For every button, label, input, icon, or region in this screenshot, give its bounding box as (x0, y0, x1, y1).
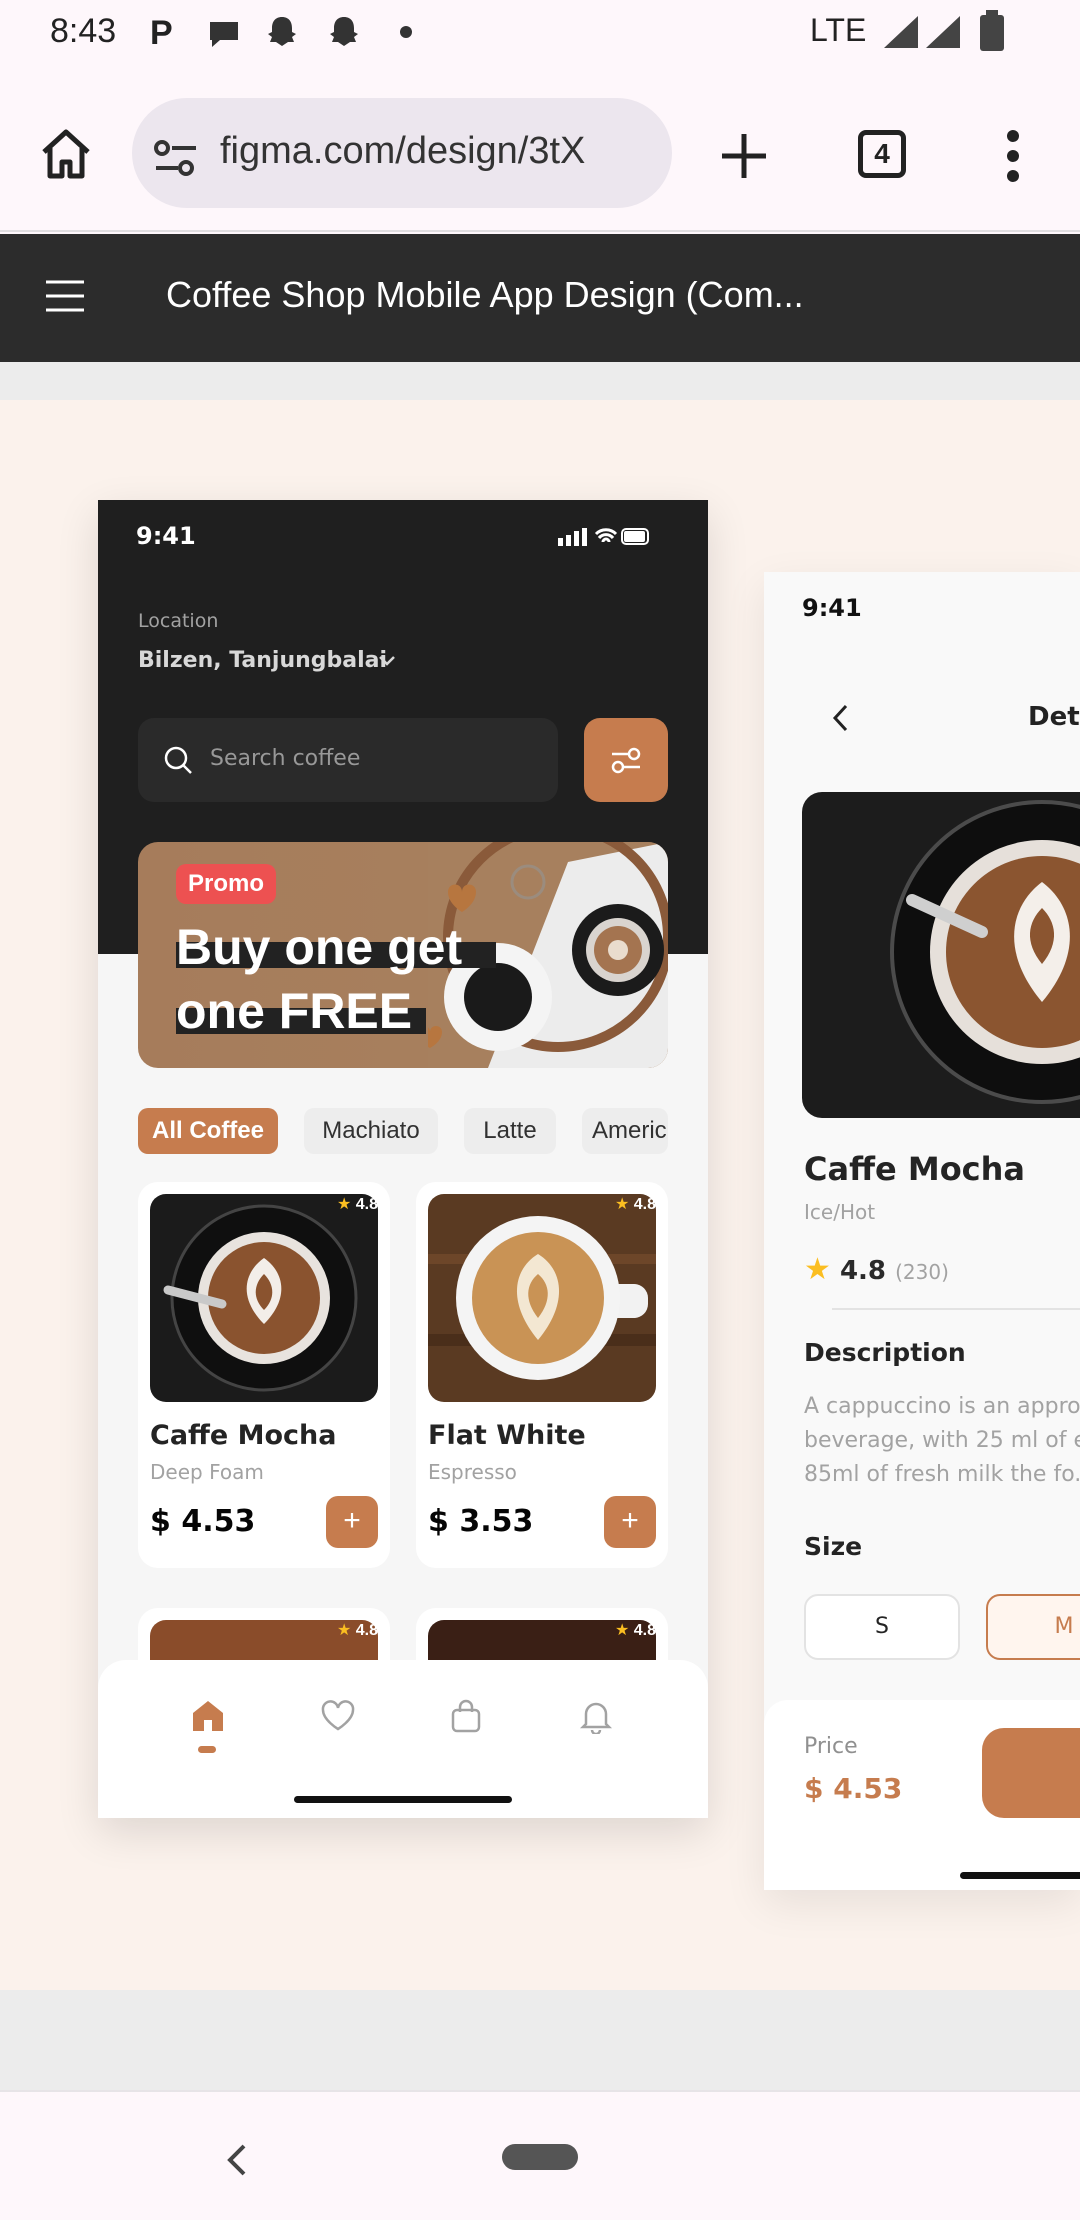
size-option-s[interactable]: S (804, 1594, 960, 1660)
size-option-m[interactable]: M (986, 1594, 1080, 1660)
coffee-cup-image (428, 1194, 656, 1402)
system-navigation-bar (0, 2090, 1080, 2220)
category-chip-all-coffee[interactable]: All Coffee (138, 1108, 278, 1154)
snapchat-icon (268, 17, 296, 46)
price-value: $ 4.53 (804, 1772, 903, 1805)
detail-header-title: Deta (1028, 702, 1080, 732)
product-subtitle: Deep Foam (150, 1460, 264, 1484)
canvas-margin-top (0, 362, 1080, 400)
star-icon: ★ (336, 1196, 352, 1213)
status-time: 8:43 (50, 12, 117, 50)
detail-bottom-bar: Price $ 4.53 (764, 1700, 1080, 1890)
product-name: Caffe Mocha (150, 1420, 337, 1451)
search-input[interactable]: Search coffee (138, 718, 558, 802)
category-chip-latte[interactable]: Latte (464, 1108, 556, 1154)
more-menu-icon[interactable] (998, 128, 1028, 184)
coffee-cup-image (150, 1194, 378, 1402)
divider (832, 1308, 1080, 1310)
buy-now-button[interactable] (982, 1728, 1080, 1818)
chat-icon (210, 22, 238, 47)
location-value[interactable]: Bilzen, Tanjungbalai (138, 648, 387, 673)
home-tab-icon[interactable] (190, 1698, 226, 1734)
new-tab-icon[interactable] (718, 130, 770, 182)
detail-screen-frame[interactable]: 9:41 Deta Caffe Mocha Ice/Hot ★ 4.8 (230… (764, 572, 1080, 1890)
active-tab-indicator (198, 1746, 216, 1753)
parking-app-icon: P (150, 14, 173, 52)
product-rating: ★ 4.8 (614, 1622, 656, 1639)
url-text[interactable]: figma.com/design/3tX (220, 130, 652, 173)
detail-product-image (802, 792, 1080, 1118)
heart-icon[interactable] (320, 1700, 356, 1732)
description-text: A cappuccino is an appro beverage, with … (804, 1394, 1080, 1487)
site-settings-icon[interactable] (152, 136, 200, 180)
coffee-cup-image (802, 792, 1080, 1118)
star-icon: ★ (614, 1622, 630, 1639)
bottom-tab-bar (98, 1660, 708, 1818)
detail-rating: ★ 4.8 (230) (804, 1252, 949, 1287)
promo-banner[interactable]: Promo Buy one get one FREE (138, 842, 668, 1068)
system-status-bar: 8:43 P LTE (0, 0, 1080, 66)
star-icon: ★ (614, 1196, 630, 1213)
detail-time: 9:41 (802, 594, 862, 622)
canvas-margin-bottom (0, 1990, 1080, 2090)
network-type: LTE (810, 12, 867, 48)
filter-icon (611, 747, 641, 774)
tab-switcher-button[interactable]: 4 (858, 130, 906, 178)
product-rating: ★ 4.8 (336, 1196, 378, 1213)
product-price: $ 3.53 (428, 1504, 534, 1539)
back-arrow-icon[interactable] (830, 702, 852, 734)
product-name: Flat White (428, 1420, 586, 1451)
browser-toolbar: figma.com/design/3tX 4 (0, 66, 1080, 232)
shopping-bag-icon[interactable] (448, 1698, 484, 1734)
location-label: Location (138, 610, 219, 632)
home-icon[interactable] (38, 126, 94, 182)
home-time: 9:41 (136, 522, 196, 550)
back-nav-icon[interactable] (224, 2142, 252, 2178)
promo-line-2: one FREE (176, 983, 413, 1039)
signal-strength-icon (884, 16, 960, 48)
chevron-down-icon[interactable] (378, 654, 396, 668)
battery-icon (980, 10, 1004, 51)
hamburger-menu-icon[interactable] (44, 278, 86, 314)
notification-bell-icon[interactable] (578, 1698, 614, 1734)
category-chip-machiato[interactable]: Machiato (304, 1108, 438, 1154)
product-rating: ★ 4.8 (336, 1622, 378, 1639)
size-title: Size (804, 1532, 863, 1561)
file-title: Coffee Shop Mobile App Design (Com... (166, 274, 804, 315)
category-chip-americano[interactable]: Americ (582, 1108, 668, 1154)
home-indicator (960, 1872, 1080, 1879)
product-image (428, 1194, 656, 1402)
product-price: $ 4.53 (150, 1504, 256, 1539)
product-image (150, 1194, 378, 1402)
product-rating: ★ 4.8 (614, 1196, 656, 1213)
promo-badge: Promo (176, 864, 277, 904)
filter-button[interactable] (584, 718, 668, 802)
search-icon (164, 746, 192, 774)
star-icon: ★ (804, 1252, 831, 1287)
product-card[interactable]: ★ 4.8 Caffe Mocha Deep Foam $ 4.53 + (138, 1182, 390, 1568)
snapchat-icon-2 (330, 17, 358, 46)
price-label: Price (804, 1734, 858, 1759)
star-icon: ★ (336, 1622, 352, 1639)
add-to-cart-button[interactable]: + (326, 1496, 378, 1548)
home-indicator (294, 1796, 512, 1803)
product-subtitle: Espresso (428, 1460, 517, 1484)
add-to-cart-button[interactable]: + (604, 1496, 656, 1548)
home-screen-frame[interactable]: 9:41 Location Bilzen, Tanjungbalai Searc… (98, 500, 708, 1818)
search-placeholder: Search coffee (210, 746, 361, 771)
promo-line-1: Buy one get (176, 919, 463, 975)
home-gesture-pill[interactable] (502, 2144, 578, 2170)
detail-product-subtitle: Ice/Hot (804, 1200, 876, 1224)
notification-dot-icon (400, 26, 412, 38)
figma-header: Coffee Shop Mobile App Design (Com... (0, 234, 1080, 362)
status-icons (558, 528, 649, 546)
description-title: Description (804, 1338, 966, 1367)
detail-product-name: Caffe Mocha (804, 1150, 1026, 1188)
product-card[interactable]: ★ 4.8 Flat White Espresso $ 3.53 + (416, 1182, 668, 1568)
